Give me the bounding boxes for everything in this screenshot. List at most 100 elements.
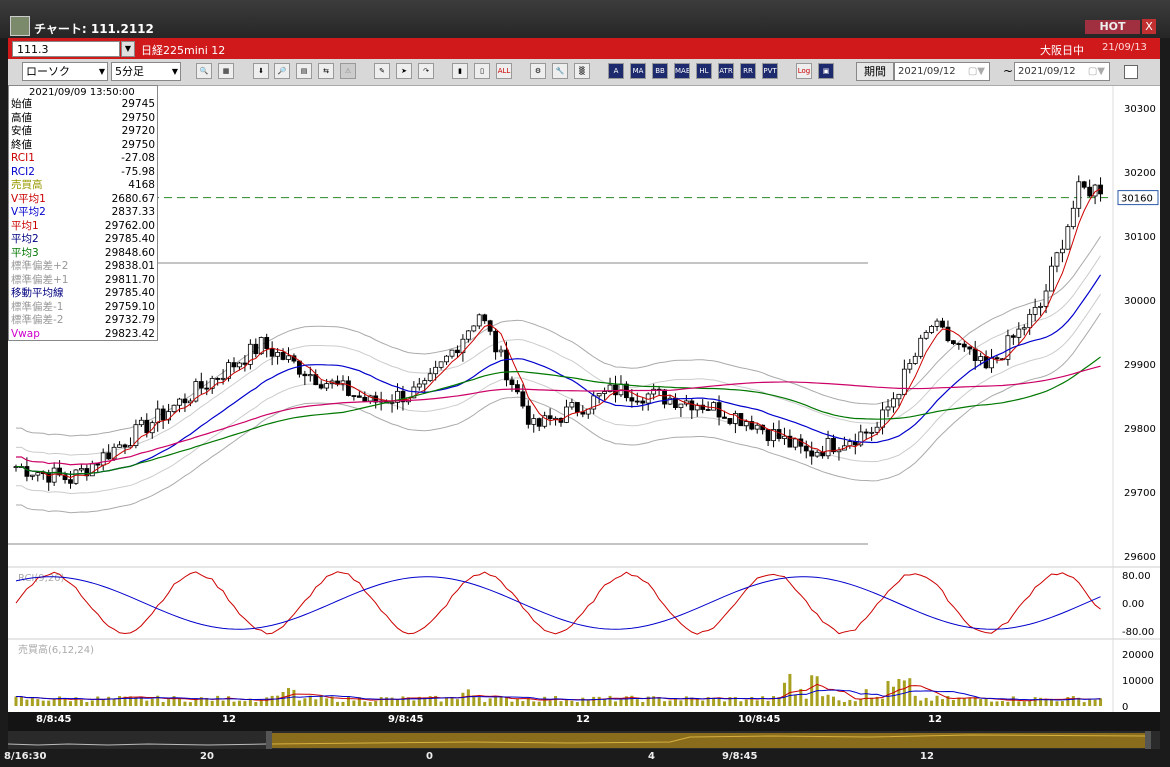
close-icon[interactable]: X	[1142, 19, 1156, 34]
candle-body	[51, 467, 57, 483]
symbol-input[interactable]: 111.3	[12, 41, 120, 57]
scroll-handle-right[interactable]	[1145, 731, 1151, 749]
indicator-atr-button[interactable]: ATR	[718, 63, 734, 79]
indicator-bb-button[interactable]: BB	[652, 63, 668, 79]
volume-bar	[723, 701, 726, 706]
tool-icon[interactable]: 🔧	[552, 63, 568, 79]
candle-body	[662, 389, 667, 405]
candle-body	[253, 343, 259, 355]
info-value: 29838.01	[104, 260, 155, 272]
indicator-ma-button[interactable]: MA	[630, 63, 646, 79]
candle-body	[634, 400, 640, 403]
candle-icon[interactable]: ▮	[452, 63, 468, 79]
ohlc-info-panel: 2021/09/09 13:50:00 始値 29745 高値 29750 安値 2972…	[8, 85, 158, 341]
bar-chart-icon[interactable]: ▤	[296, 63, 312, 79]
volume-bar	[488, 698, 492, 706]
chart-type-select[interactable]: ローソク ▼	[22, 62, 108, 81]
rci-label: RCI(9,26)	[18, 573, 65, 584]
overview-axis	[0, 749, 1170, 767]
volume-bar	[559, 701, 563, 706]
volume-bar	[368, 702, 372, 706]
candle-body	[95, 463, 101, 466]
all-icon[interactable]: ALL	[496, 63, 512, 79]
period-button[interactable]: 期間	[856, 62, 894, 81]
candle-body	[580, 411, 586, 415]
log-scale-button[interactable]: Log	[796, 63, 812, 79]
candle-body	[929, 325, 934, 333]
overview-label: 8/16:30	[4, 751, 47, 762]
settings-icon[interactable]: ⚙	[530, 63, 546, 79]
chart-area[interactable]: 30300 30200 30100 30000 29900 29800 29700 29600…	[8, 86, 1160, 713]
chevron-down-icon[interactable]: ▼	[121, 41, 135, 57]
volume-bar	[118, 696, 122, 706]
indicator-pvt-button[interactable]: PVT	[762, 63, 778, 79]
candle-body	[356, 395, 362, 398]
volume-bar	[663, 701, 667, 706]
candle-body	[465, 330, 471, 340]
candle-body	[264, 337, 270, 349]
candle-body	[629, 397, 635, 402]
info-value: 29732.79	[104, 314, 155, 326]
zoom-chart-icon[interactable]: 🔎	[274, 63, 290, 79]
pencil-icon[interactable]: ✎	[374, 63, 390, 79]
down-arrow-icon[interactable]: ⬇	[253, 63, 269, 79]
volume-bar	[325, 698, 329, 706]
text-icon[interactable]: A	[608, 63, 624, 79]
app-icon	[10, 16, 30, 36]
candle-body	[296, 360, 302, 375]
compare-icon[interactable]: ⇆	[318, 63, 334, 79]
indicator-hl-button[interactable]: HL	[696, 63, 712, 79]
candle-add-icon[interactable]: ▯	[474, 63, 490, 79]
palette-icon[interactable]: ▒	[574, 63, 590, 79]
grid-icon[interactable]: ▦	[218, 63, 234, 79]
candle-body	[934, 320, 940, 327]
candle-body	[896, 393, 902, 400]
hot-button[interactable]: HOT	[1085, 20, 1140, 34]
candle-body	[416, 383, 422, 388]
info-value: 29848.60	[104, 246, 155, 259]
redo-icon[interactable]: ↷	[418, 63, 434, 79]
volume-bar	[837, 700, 841, 706]
time-label: 10/8:45	[738, 714, 781, 725]
price-chart[interactable]: 30300 30200 30100 30000 29900 29800 29700 29600…	[8, 86, 1160, 713]
overview-track[interactable]	[269, 733, 1149, 748]
candle-body	[100, 452, 106, 466]
toggle-checkbox[interactable]	[1124, 65, 1138, 79]
candle-body	[215, 378, 221, 380]
candle-body	[1065, 226, 1071, 250]
volume-bar	[303, 698, 307, 706]
rci-slow-line	[15, 576, 1101, 630]
toolbar: ローソク ▼ 5分足 ▼ 🔍 ▦ ⬇ 🔎 ▤ ⇆ ⚠ ✎ ➤ ↷ ▮ ▯ ALL ⚙…	[8, 59, 1160, 86]
layout-icon[interactable]: ▣	[818, 63, 834, 79]
volume-bar	[581, 697, 585, 706]
indicator-rr-button[interactable]: RR	[740, 63, 756, 79]
candle-body	[427, 373, 433, 382]
zoom-icon[interactable]: 🔍	[196, 63, 212, 79]
candle-body	[1043, 290, 1049, 307]
volume-bar	[532, 701, 536, 706]
candle-body	[722, 416, 727, 419]
info-label: 標準偏差+1	[11, 273, 69, 286]
indicator-mae-button[interactable]: MAE	[674, 63, 690, 79]
price-panel	[8, 86, 1160, 566]
alert-icon[interactable]: ⚠	[340, 63, 356, 79]
candle-body	[951, 340, 956, 344]
volume-bar	[673, 698, 677, 706]
rci-fast-line	[15, 571, 1101, 635]
interval-select[interactable]: 5分足 ▼	[111, 62, 181, 81]
candle-body	[198, 381, 204, 389]
cursor-icon[interactable]: ➤	[396, 63, 412, 79]
volume-bar	[870, 697, 874, 706]
volume-bar	[995, 701, 999, 706]
volume-bar	[930, 700, 934, 706]
volume-bar	[69, 701, 72, 706]
date-from-input[interactable]: 2021/09/12 ▢▼	[894, 62, 990, 81]
candle-body	[122, 444, 128, 448]
date-to-input[interactable]: 2021/09/12 ▢▼	[1014, 62, 1110, 81]
volume-bar	[1028, 700, 1032, 706]
candle-body	[89, 463, 95, 477]
candle-body	[831, 438, 836, 453]
volume-bar	[891, 686, 895, 706]
candle-body	[509, 379, 515, 386]
time-label: 12	[928, 714, 942, 725]
